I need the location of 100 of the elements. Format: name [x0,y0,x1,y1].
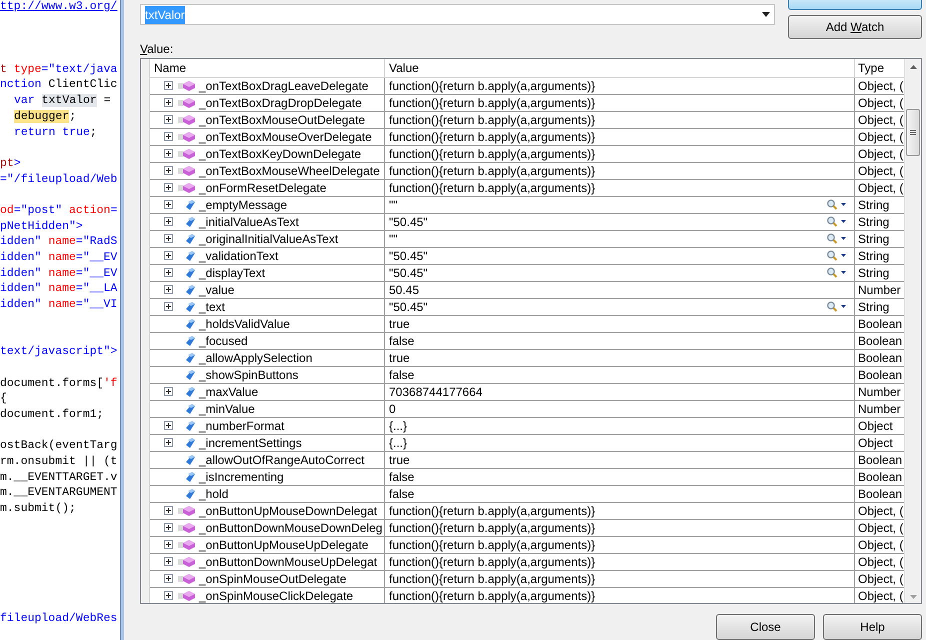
member-type: Object, ( [858,112,904,128]
property-icon [184,454,196,466]
column-header[interactable]: Type [855,58,904,77]
method-cube-icon [178,556,196,568]
scroll-up-icon[interactable] [910,64,916,69]
member-type: Object, ( [858,520,904,536]
column-header[interactable]: Name [150,58,385,77]
expand-icon[interactable] [164,132,173,142]
dropdown-arrow-icon[interactable] [762,12,770,17]
expand-icon[interactable] [164,166,173,176]
grid-row[interactable]: _onButtonDownMouseDownDeleg function(){return b.apply(a,arguments)} Object, ( [150,520,904,537]
dialog-button[interactable]: Help [823,614,922,640]
expand-icon[interactable] [164,591,173,600]
grid-row[interactable]: _onButtonDownMouseUpDelegat function(){return b.apply(a,arguments)} Object, ( [150,554,904,571]
grid-row[interactable]: _emptyMessage "" String [150,196,904,214]
magnifier-dropdown-icon[interactable] [826,233,848,244]
code-line: var txtValor = [13,93,111,109]
member-type: Object, ( [858,588,904,603]
grid-row[interactable]: _onTextBoxDragLeaveDelegate function(){return b.apply(a,arguments)} Object, ( [150,78,904,95]
magnifier-dropdown-icon[interactable] [826,199,848,210]
expand-icon[interactable] [164,217,173,226]
expand-icon[interactable] [164,115,173,124]
magnifier-dropdown-icon[interactable] [826,250,848,262]
magnifier-dropdown-icon[interactable] [826,267,848,278]
expand-icon[interactable] [164,574,173,584]
grid-row[interactable]: _allowApplySelection true Boolean [150,350,904,367]
grid-row[interactable]: _onSpinMouseOutDelegate function(){return b.apply(a,arguments)} Object, ( [150,570,904,588]
grid-row[interactable]: _validationText "50.45" String [150,248,904,265]
expand-icon[interactable] [164,149,173,158]
grid-row[interactable]: _focused false Boolean [150,332,904,350]
expand-icon[interactable] [164,438,173,448]
member-type: Boolean [858,332,902,349]
grid-row[interactable]: _onTextBoxDragDropDelegate function(){return b.apply(a,arguments)} Object, ( [150,94,904,112]
dialog-button[interactable]: Close [716,614,815,640]
grid-row[interactable]: _maxValue 70368744177664 Number [150,384,904,401]
grid-row[interactable]: _numberFormat {...} Object [150,418,904,435]
member-value: {...} [389,434,408,452]
code-line: fileupload/WebRes [0,610,118,626]
member-type: Object, ( [858,180,904,196]
property-icon [184,198,196,211]
expand-icon[interactable] [164,268,173,278]
add-watch-button[interactable]: Add Watch [788,15,922,39]
expand-icon[interactable] [164,540,173,550]
member-type: Number [858,384,901,400]
vertical-scrollbar[interactable] [904,58,921,603]
expand-icon[interactable] [164,98,173,108]
grid-row[interactable]: _allowOutOfRangeAutoCorrect true Boolean [150,452,904,469]
property-icon [184,334,196,347]
member-value: function(){return b.apply(a,arguments)} [389,502,596,520]
magnifier-dropdown-icon[interactable] [826,301,848,312]
code-line: m.__EVENTTARGET.v [0,470,118,486]
grid-row[interactable]: _onTextBoxMouseWheelDelegate function(){return b.apply(a,arguments)} Object, ( [150,162,904,180]
method-cube-icon [178,96,196,109]
grid-row[interactable]: _incrementSettings {...} Object [150,434,904,452]
grid-row[interactable]: _onFormResetDelegate function(){return b.apply(a,arguments)} Object, ( [150,180,904,197]
expand-icon[interactable] [164,302,173,312]
member-value: 70368744177664 [389,384,482,401]
scrollbar-thumb[interactable] [906,108,920,156]
expand-icon[interactable] [164,234,173,244]
grid-row[interactable]: _initialValueAsText "50.45" String [150,214,904,231]
expand-icon[interactable] [164,285,173,294]
grid-row[interactable]: _onTextBoxMouseOutDelegate function(){return b.apply(a,arguments)} Object, ( [150,112,904,129]
grid-row[interactable]: _onButtonUpMouseUpDelegate function(){return b.apply(a,arguments)} Object, ( [150,536,904,554]
grid-row[interactable]: _onTextBoxMouseOverDelegate function(){return b.apply(a,arguments)} Object, ( [150,128,904,146]
expand-icon[interactable] [164,183,173,192]
grid-row[interactable]: _onButtonUpMouseDownDelegat function(){return b.apply(a,arguments)} Object, ( [150,502,904,520]
grid-row[interactable]: _value 50.45 Number [150,282,904,299]
expand-icon[interactable] [164,506,173,516]
member-name: _onSpinMouseOutDelegate [199,570,346,587]
grid-row[interactable]: _originalInitialValueAsText "" String [150,230,904,248]
member-name: _onButtonDownMouseDownDeleg [199,520,382,536]
magnifier-dropdown-icon[interactable] [826,216,848,228]
member-type: String [858,230,890,247]
expand-icon[interactable] [164,523,173,532]
expand-icon[interactable] [164,387,173,396]
property-icon [184,420,196,432]
expand-icon[interactable] [164,251,173,260]
property-icon [184,488,196,500]
code-line: od="post" action= [0,202,118,219]
grid-row[interactable]: _minValue 0 Number [150,400,904,418]
property-icon [184,368,196,381]
member-type: Object, ( [858,78,904,94]
grid-row[interactable]: _hold false Boolean [150,486,904,503]
grid-row[interactable]: _onTextBoxKeyDownDelegate function(){return b.apply(a,arguments)} Object, ( [150,146,904,163]
code-line: pNetHidden"> [0,218,83,234]
grid-row[interactable]: _displayText "50.45" String [150,264,904,282]
grid-row[interactable]: _onSpinMouseClickDelegate function(){return b.apply(a,arguments)} Object, ( [150,588,904,603]
expand-icon[interactable] [164,557,173,566]
member-value: "50.45" [389,264,428,282]
member-name: _allowOutOfRangeAutoCorrect [199,452,364,468]
expand-icon[interactable] [164,81,173,90]
expand-icon[interactable] [164,421,173,430]
column-header[interactable]: Value [385,58,855,77]
member-type: Object, ( [858,570,904,587]
grid-row[interactable]: _showSpinButtons false Boolean [150,366,904,384]
code-line: m.__EVENTARGUMENT [0,485,118,501]
grid-row[interactable]: _text "50.45" String [150,298,904,316]
expand-icon[interactable] [164,200,173,210]
grid-row[interactable]: _isIncrementing false Boolean [150,468,904,486]
grid-row[interactable]: _holdsValidValue true Boolean [150,316,904,333]
